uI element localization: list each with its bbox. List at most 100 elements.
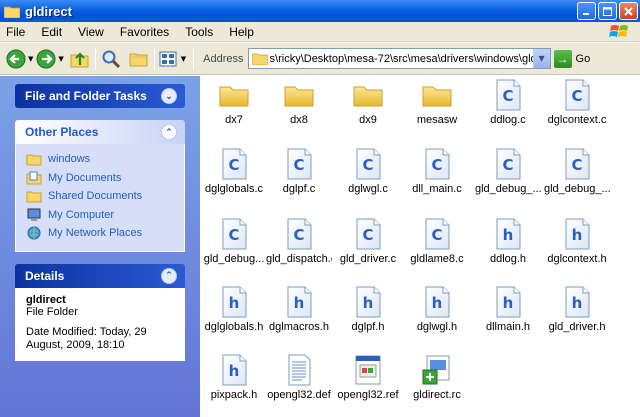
folder-icon [219, 86, 249, 107]
file-item[interactable]: Cgld_debug... [201, 218, 267, 265]
folder-item[interactable]: mesasw [404, 79, 470, 126]
address-label: Address [203, 52, 244, 65]
file-item[interactable]: Cgld_dispatch.c [266, 218, 332, 265]
folder-icon [4, 6, 20, 18]
svg-text:C: C [228, 226, 239, 244]
place-my-network-places[interactable]: My Network Places [26, 224, 174, 243]
file-name: dglpf.c [282, 183, 316, 195]
file-item[interactable]: Cgld_debug_... [475, 148, 541, 195]
file-item[interactable]: Cdglcontext.c [544, 79, 610, 126]
header-file-icon: h [496, 218, 521, 250]
close-button[interactable] [619, 2, 638, 20]
folder-icon [353, 86, 383, 107]
file-item[interactable]: Cdglpf.c [266, 148, 332, 195]
go-button[interactable]: → Go [553, 49, 590, 68]
text-file-icon [288, 354, 311, 386]
svg-text:h: h [432, 294, 443, 312]
menu-file[interactable]: File [0, 25, 34, 39]
views-button[interactable]: ▼ [159, 46, 189, 72]
svg-text:C: C [571, 87, 582, 105]
other-places-panel: Other Places ⌃ windows My Documents Shar… [15, 120, 185, 252]
file-item[interactable]: Cgldlame8.c [404, 218, 470, 265]
c-source-file-icon: C [425, 148, 450, 180]
file-folder-tasks-header[interactable]: File and Folder Tasks ⌄ [15, 84, 185, 108]
folder-item[interactable]: dx8 [266, 79, 332, 126]
search-button[interactable] [100, 46, 122, 72]
forward-dropdown-icon[interactable]: ▼ [58, 55, 63, 63]
back-dropdown-icon[interactable]: ▼ [28, 55, 33, 63]
folder-item[interactable]: dx7 [201, 79, 267, 126]
file-item[interactable]: Cdglglobals.c [201, 148, 267, 195]
svg-text:h: h [503, 294, 514, 312]
file-name: dglwgl.h [416, 321, 458, 333]
menu-tools[interactable]: Tools [178, 25, 222, 39]
c-source-file-icon: C [356, 148, 381, 180]
svg-text:C: C [293, 156, 304, 174]
file-item[interactable]: Cgld_driver.c [335, 218, 401, 265]
file-item[interactable]: h dglglobals.h [201, 286, 267, 333]
file-item[interactable]: Cddlog.c [475, 79, 541, 126]
other-places-header[interactable]: Other Places ⌃ [15, 120, 185, 144]
back-arrow-icon [6, 49, 26, 68]
file-item[interactable]: opengl32.ref [335, 354, 401, 401]
toolbar-separator [193, 47, 195, 70]
header-file-icon: h [222, 354, 247, 386]
window-title: gldirect [25, 3, 72, 19]
maximize-button[interactable] [598, 2, 617, 20]
expand-chevron-icon[interactable]: ⌄ [161, 88, 177, 104]
menu-favorites[interactable]: Favorites [113, 25, 178, 39]
file-item[interactable]: Cdll_main.c [404, 148, 470, 195]
close-icon [624, 6, 633, 16]
address-bar[interactable]: s\ricky\Desktop\mesa-72\src\mesa\drivers… [247, 48, 551, 69]
windows-logo-icon [609, 25, 628, 37]
svg-text:C: C [431, 226, 442, 244]
up-folder-button[interactable] [69, 46, 91, 72]
file-item[interactable]: h gld_driver.h [544, 286, 610, 333]
forward-button[interactable]: ▼ [36, 46, 66, 72]
file-name: gld_debug_... [475, 183, 541, 195]
header-file-icon: h [565, 286, 590, 318]
menu-edit[interactable]: Edit [34, 25, 71, 39]
menu-help[interactable]: Help [222, 25, 263, 39]
file-item[interactable]: opengl32.def [266, 354, 332, 401]
file-item[interactable]: h ddlog.h [475, 218, 541, 265]
details-type: File Folder [26, 305, 78, 318]
c-source-file-icon: C [565, 79, 590, 111]
file-item[interactable]: Cdglwgl.c [335, 148, 401, 195]
address-dropdown-button[interactable]: ▼ [532, 49, 550, 68]
file-item[interactable]: h dglmacros.h [266, 286, 332, 333]
file-item[interactable]: h pixpack.h [201, 354, 267, 401]
file-item[interactable]: h dllmain.h [475, 286, 541, 333]
details-header[interactable]: Details ⌃ [15, 263, 185, 288]
file-name: gld_driver.c [339, 253, 397, 265]
file-item[interactable]: h dglwgl.h [404, 286, 470, 333]
details-panel: Details ⌃ gldirect File Folder Date Modi… [15, 263, 185, 361]
c-source-file-icon: C [565, 148, 590, 180]
folders-button[interactable] [128, 46, 150, 72]
place-windows[interactable]: windows [26, 150, 174, 169]
file-item[interactable]: gldirect.rc [404, 354, 470, 401]
file-name: opengl32.def [267, 389, 331, 401]
folder-icon [284, 86, 314, 107]
file-name: ddlog.c [490, 114, 526, 126]
c-source-file-icon: C [356, 218, 381, 250]
place-my-computer[interactable]: My Computer [26, 206, 174, 225]
collapse-chevron-icon[interactable]: ⌃ [161, 267, 177, 284]
file-name: dll_main.c [412, 183, 462, 195]
file-item[interactable]: Cgld_debug_... [544, 148, 610, 195]
folder-icon [251, 53, 268, 65]
folder-item[interactable]: dx9 [335, 79, 401, 126]
back-button[interactable]: ▼ [6, 46, 36, 72]
views-dropdown-icon[interactable]: ▼ [181, 55, 186, 63]
collapse-chevron-icon[interactable]: ⌃ [161, 124, 177, 140]
place-shared-documents[interactable]: Shared Documents [26, 187, 174, 206]
menu-view[interactable]: View [71, 25, 113, 39]
file-item[interactable]: h dglpf.h [335, 286, 401, 333]
minimize-button[interactable] [577, 2, 596, 20]
toolbar-separator [153, 47, 155, 70]
up-folder-icon [70, 51, 89, 67]
file-item[interactable]: h dglcontext.h [544, 218, 610, 265]
title-bar[interactable]: gldirect [0, 0, 640, 22]
place-my-documents[interactable]: My Documents [26, 169, 174, 188]
address-input[interactable]: s\ricky\Desktop\mesa-72\src\mesa\drivers… [270, 53, 550, 65]
